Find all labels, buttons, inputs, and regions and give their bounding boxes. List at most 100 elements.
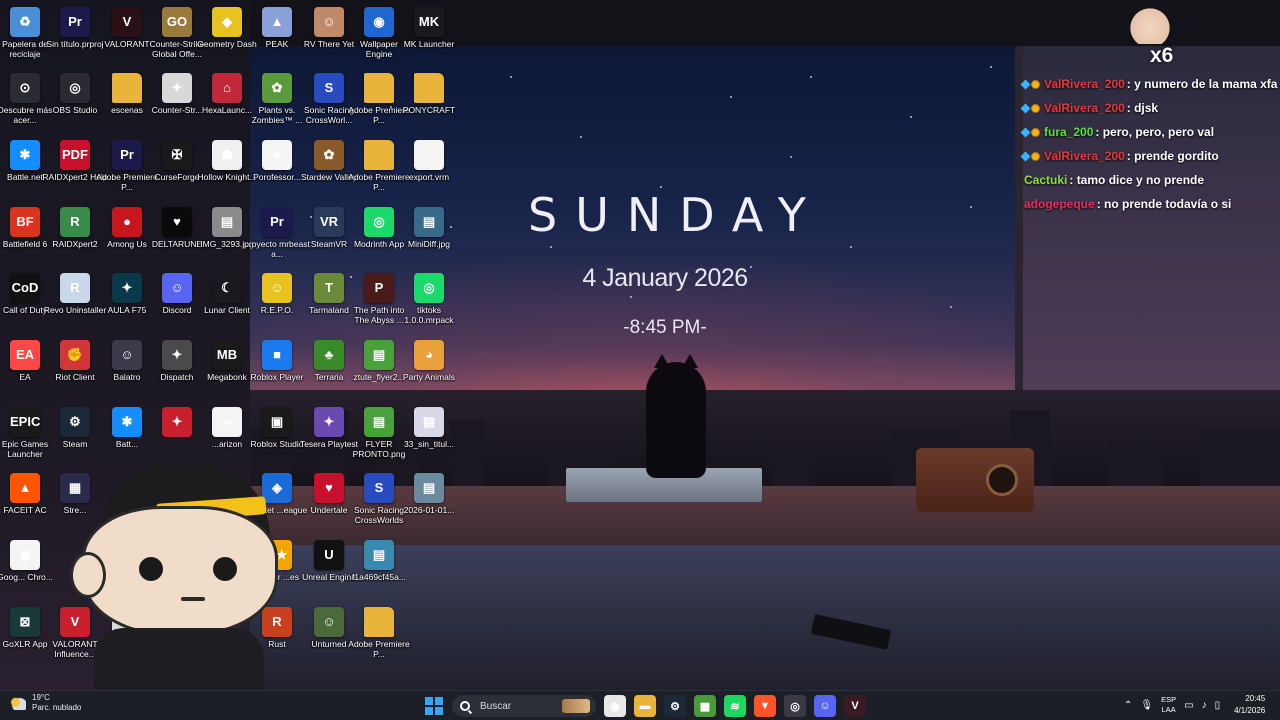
chat-message: ValRivera_200: y numero de la mama xfa — [1018, 74, 1280, 94]
unturned-icon: ☺ — [314, 607, 344, 637]
desktop-icon-label: MiniDiff.jpg — [408, 239, 450, 249]
desktop-icon-label: PONYCRAFT — [402, 105, 456, 115]
peak-icon: ▲ — [262, 7, 292, 37]
desktop-icon[interactable]: PONYCRAFT — [396, 70, 462, 136]
windows-logo-tile — [425, 707, 433, 715]
megabonk-icon: MB — [212, 340, 242, 370]
steamvr-icon: VR — [314, 207, 344, 237]
premiere-project-icon: Pr — [60, 7, 90, 37]
dispatch-icon: ✦ — [162, 340, 192, 370]
desktop-icon[interactable]: MK MK Launcher — [396, 4, 462, 70]
chat-message: ValRivera_200: prende gordito — [1018, 146, 1280, 166]
image-icon: ▤ — [414, 407, 444, 437]
star — [550, 246, 552, 248]
chrome-taskbar-icon[interactable]: ◉ — [604, 695, 626, 717]
folder-icon — [364, 140, 394, 170]
obs-icon: ◎ — [60, 73, 90, 103]
star — [580, 136, 582, 138]
weather-widget[interactable]: 19°C Parc. nublado — [10, 693, 81, 713]
desktop-icon-label: 2026-01-01... — [403, 505, 455, 515]
brave-taskbar-icon[interactable]: ▼ — [754, 695, 776, 717]
clock-day: SUNDAY — [528, 188, 824, 242]
subscriber-badge-icon — [1020, 79, 1031, 90]
windows-logo-tile — [435, 697, 443, 705]
epic-games-icon: EPIC — [10, 407, 40, 437]
taskbar-clock[interactable]: 20:45 4/1/2026 — [1234, 693, 1265, 717]
folder-icon — [112, 73, 142, 103]
desktop-icon[interactable]: ▤ 2026-01-01... — [396, 470, 462, 536]
hollow-knight-icon: ☗ — [212, 140, 242, 170]
clock-date-text: 4/1/2026 — [1234, 706, 1266, 715]
counter-strike-icon: ✦ — [162, 73, 192, 103]
microphone-icon[interactable]: 🎙︎ — [1140, 700, 1153, 711]
minecraft-taskbar-icon[interactable]: ▩ — [694, 695, 716, 717]
chat-username: Cactuki — [1024, 173, 1068, 187]
among-us-icon: ● — [112, 207, 142, 237]
desktop-icon[interactable]: Adobe Premiere P... — [346, 604, 412, 670]
desktop-icon[interactable]: export.vrm — [396, 137, 462, 203]
stream-chat: ValRivera_200: y numero de la mama xfa Va… — [1018, 74, 1280, 218]
chat-text: : djsk — [1126, 101, 1159, 115]
premiere-pro-icon: Pr — [112, 140, 142, 170]
coin-badge-icon — [1031, 104, 1040, 114]
search-highlight-icon — [562, 699, 590, 713]
spotify-taskbar-icon[interactable]: ≋ — [724, 695, 746, 717]
desktop-icon[interactable]: ▤ f1a469cf45a... — [346, 537, 412, 603]
desktop-icon[interactable]: ◉ Goog... Chro... — [0, 537, 58, 603]
desktop-icon[interactable]: ▤ MiniDiff.jpg — [396, 204, 462, 270]
image-icon: ▤ — [364, 340, 394, 370]
unreal-engine-icon: U — [314, 540, 344, 570]
porofessor-icon: ☻ — [262, 140, 292, 170]
discord-taskbar-icon[interactable]: ☺ — [814, 695, 836, 717]
coin-badge-icon — [1031, 152, 1040, 162]
lunar-client-icon: ☾ — [212, 273, 242, 303]
chat-mascot-icon — [1124, 4, 1176, 44]
steam-taskbar-icon[interactable]: ⚙ — [664, 695, 686, 717]
chevron-up-icon[interactable]: ⌃ — [1124, 700, 1132, 711]
battlefield-icon: BF — [10, 207, 40, 237]
taskbar-apps: ◉ ▬ ⚙ ▩ ≋ ▼ ◎ ☺ V — [604, 695, 866, 717]
desktop-icon[interactable]: ◎ tiktoks 1.0.0.mrpack — [396, 270, 462, 336]
display-icon[interactable]: ▭ — [1184, 700, 1193, 711]
desktop-icon[interactable]: ◕ Party Animals — [396, 337, 462, 403]
avatar-left-eye — [139, 557, 163, 581]
taskbar-search[interactable]: Buscar — [452, 695, 596, 717]
language-indicator[interactable]: ESP LAA — [1161, 695, 1176, 715]
chat-message: adogepeque: no prende todavía o si — [1018, 194, 1280, 214]
desktop-icon-label: tiktoks 1.0.0.mrpack — [404, 305, 454, 325]
chat-username: adogepeque — [1024, 197, 1095, 211]
avatar-right-eye — [213, 557, 237, 581]
obs-taskbar-icon[interactable]: ◎ — [784, 695, 806, 717]
tesera-icon: ✦ — [314, 407, 344, 437]
roblox-icon: ■ — [262, 340, 292, 370]
desktop-icon[interactable]: ▤ 33_sin_titul... — [396, 404, 462, 470]
star — [910, 116, 912, 118]
desktop-icon-label: Adobe Premiere P... — [348, 639, 410, 659]
faceit-icon: ▲ — [10, 473, 40, 503]
start-button[interactable] — [425, 697, 443, 715]
chat-message: ValRivera_200: djsk — [1018, 98, 1280, 118]
chat-message: fura_200: pero, pero, pero val — [1018, 122, 1280, 142]
radio-speaker — [986, 464, 1018, 496]
windows-logo-tile — [425, 697, 433, 705]
wallpaper-engine-icon: ◉ — [364, 7, 394, 37]
weather-temp: 19°C — [32, 693, 50, 702]
folder-icon — [364, 607, 394, 637]
subscriber-badge-icon — [1020, 103, 1031, 114]
party-animals-icon: ◕ — [414, 340, 444, 370]
discover-icon: ⊙ — [10, 73, 40, 103]
avatar-hoodie — [94, 628, 264, 690]
chat-text: : tamo dice y no prende — [1069, 173, 1205, 187]
curseforge-icon: ✠ — [162, 140, 192, 170]
volume-icon[interactable]: ♪ — [1202, 700, 1207, 711]
valorant-taskbar-icon[interactable]: V — [844, 695, 866, 717]
avatar-mouth — [181, 597, 205, 601]
wallpaper-radio — [916, 448, 1034, 512]
battery-icon[interactable]: ▯ — [1215, 700, 1221, 711]
file-explorer-taskbar-icon[interactable]: ▬ — [634, 695, 656, 717]
modrinth-icon: ◎ — [364, 207, 394, 237]
chrome-icon: ◉ — [10, 540, 40, 570]
valorant-icon: V — [112, 7, 142, 37]
tarmaland-icon: T — [314, 273, 344, 303]
call-of-duty-icon: CoD — [10, 273, 40, 303]
